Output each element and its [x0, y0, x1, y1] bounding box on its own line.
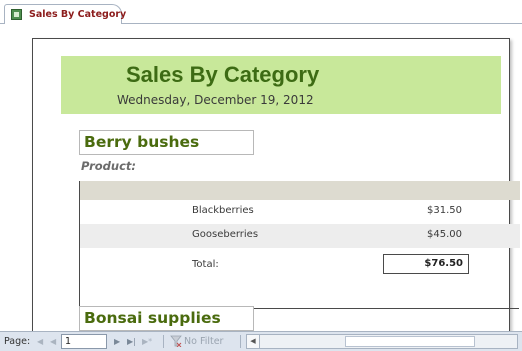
report-viewport[interactable]: Sales By Category Wednesday, December 19…: [0, 24, 522, 331]
scroll-thumb[interactable]: [345, 336, 475, 347]
no-filter-button[interactable]: No Filter: [184, 336, 223, 347]
product-name: Gooseberries: [192, 229, 259, 240]
report-header: Sales By Category Wednesday, December 19…: [61, 56, 501, 114]
total-value: $76.50: [424, 258, 463, 269]
separator: [240, 335, 241, 348]
tab-sales-by-category[interactable]: Sales By Category: [4, 4, 126, 25]
document-tab-bar: Sales By Category: [0, 0, 522, 25]
next-record-icon[interactable]: ▶: [114, 336, 120, 347]
page-number-input[interactable]: 1: [61, 334, 107, 349]
report-icon: [11, 9, 22, 20]
category-header[interactable]: Berry bushes: [79, 130, 254, 155]
separator: [163, 335, 164, 348]
previous-record-icon[interactable]: ◀: [50, 336, 56, 347]
product-price: $45.00: [427, 229, 462, 240]
report-title: Sales By Category: [126, 62, 320, 87]
last-record-icon[interactable]: ▶|: [127, 336, 136, 347]
table-header-band: [80, 181, 520, 200]
product-label: Product:: [81, 159, 136, 173]
horizontal-scrollbar[interactable]: ◀: [246, 334, 518, 349]
product-name: Blackberries: [192, 205, 254, 216]
page-label: Page:: [4, 336, 31, 347]
total-field[interactable]: $76.50: [383, 254, 469, 274]
total-label: Total:: [192, 259, 219, 270]
new-record-icon[interactable]: ▶*: [142, 336, 152, 347]
report-page: Sales By Category Wednesday, December 19…: [32, 38, 520, 331]
record-navigation-bar: Page: ◀​ ◀ 1 ▶ ▶| ▶* No Filter ◀: [0, 331, 522, 351]
no-filter-icon: [170, 335, 182, 347]
category-name: Berry bushes: [84, 133, 200, 151]
first-record-icon[interactable]: ◀​: [37, 336, 43, 347]
scroll-left-icon[interactable]: ◀: [247, 335, 260, 348]
table-row[interactable]: Blackberries $31.50: [80, 200, 520, 224]
report-date: Wednesday, December 19, 2012: [117, 93, 314, 107]
product-price: $31.50: [427, 205, 462, 216]
category-header[interactable]: Bonsai supplies: [79, 306, 254, 331]
category-name: Bonsai supplies: [84, 309, 221, 327]
product-table: Blackberries $31.50 Gooseberries $45.00 …: [79, 181, 520, 309]
table-row[interactable]: Gooseberries $45.00: [80, 224, 520, 248]
tab-label: Sales By Category: [29, 9, 127, 20]
